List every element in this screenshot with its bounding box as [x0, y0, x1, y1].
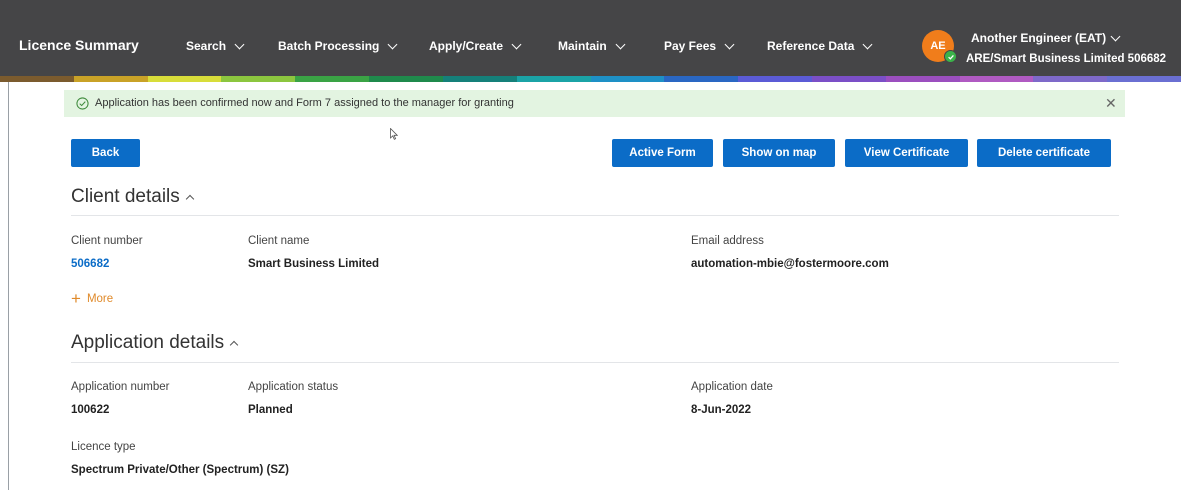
divider — [71, 362, 1119, 363]
color-strip-segment — [73, 76, 148, 82]
chevron-down-icon — [615, 39, 626, 49]
chevron-up-icon — [185, 194, 195, 204]
color-strip-segment — [369, 76, 443, 82]
nav-pay-fees-menu[interactable]: Pay Fees — [664, 39, 735, 53]
top-navigation-bar: Licence Summary Search Batch Processing … — [0, 0, 1181, 76]
user-menu[interactable]: Another Engineer (EAT) — [971, 31, 1121, 45]
color-strip-segment — [147, 76, 222, 82]
color-strip-segment — [738, 76, 812, 82]
brand-color-strip — [0, 76, 1181, 82]
color-strip-segment — [664, 76, 739, 82]
email-address-label: Email address — [691, 235, 764, 247]
chevron-down-icon — [724, 39, 735, 49]
chevron-down-icon — [234, 39, 245, 49]
user-organisation: ARE/Smart Business Limited 506682 — [966, 53, 1167, 65]
color-strip-segment — [442, 76, 517, 82]
client-details-heading: Client details — [71, 186, 180, 207]
view-certificate-button[interactable]: View Certificate — [845, 139, 968, 167]
color-strip-segment — [590, 76, 665, 82]
nav-reference-data-menu[interactable]: Reference Data — [767, 39, 873, 53]
divider — [71, 215, 1119, 216]
nav-search-menu[interactable]: Search — [186, 39, 245, 53]
application-status-value: Planned — [248, 404, 293, 416]
color-strip-segment — [1033, 76, 1108, 82]
check-circle-icon — [76, 97, 89, 110]
client-number-link[interactable]: 506682 — [71, 258, 109, 270]
application-number-value: 100622 — [71, 404, 110, 416]
licence-type-label: Licence type — [71, 441, 136, 453]
show-on-map-button[interactable]: Show on map — [723, 139, 835, 167]
more-link[interactable]: + More — [71, 289, 114, 308]
nav-apply-create-label: Apply/Create — [429, 39, 504, 53]
chevron-up-icon — [229, 340, 239, 350]
nav-apply-create-menu[interactable]: Apply/Create — [429, 39, 522, 53]
color-strip-segment — [221, 76, 296, 82]
application-date-label: Application date — [691, 381, 773, 393]
application-date-value: 8-Jun-2022 — [691, 404, 752, 416]
color-strip-segment — [0, 76, 74, 82]
client-details-toggle[interactable]: Client details — [71, 186, 195, 208]
active-form-button[interactable]: Active Form — [612, 139, 713, 167]
nav-search-label: Search — [186, 39, 227, 53]
nav-batch-processing-menu[interactable]: Batch Processing — [278, 39, 398, 53]
left-border — [8, 82, 9, 490]
success-alert: Application has been confirmed now and F… — [64, 90, 1125, 117]
alert-message: Application has been confirmed now and F… — [95, 97, 514, 109]
color-strip-segment — [885, 76, 960, 82]
plus-icon: + — [71, 289, 81, 308]
nav-pay-fees-label: Pay Fees — [664, 39, 717, 53]
application-status-label: Application status — [248, 381, 339, 393]
delete-certificate-button[interactable]: Delete certificate — [977, 139, 1111, 167]
user-name: Another Engineer (EAT) — [971, 31, 1107, 45]
chevron-down-icon — [511, 39, 522, 49]
app-title[interactable]: Licence Summary — [19, 37, 139, 53]
client-name-value: Smart Business Limited — [248, 258, 380, 270]
close-icon[interactable]: ✕ — [1105, 96, 1117, 110]
online-check-icon — [944, 50, 957, 63]
color-strip-segment — [811, 76, 886, 82]
email-address-value: automation-mbie@fostermoore.com — [691, 258, 889, 270]
nav-maintain-label: Maintain — [558, 39, 607, 53]
client-name-label: Client name — [248, 235, 310, 247]
color-strip-segment — [1107, 76, 1181, 82]
nav-maintain-menu[interactable]: Maintain — [558, 39, 626, 53]
color-strip-segment — [959, 76, 1034, 82]
more-label: More — [86, 293, 114, 305]
nav-reference-data-label: Reference Data — [767, 39, 855, 53]
color-strip-segment — [516, 76, 591, 82]
chevron-down-icon — [1110, 31, 1121, 41]
client-number-label: Client number — [71, 235, 143, 247]
application-details-toggle[interactable]: Application details — [71, 332, 239, 354]
chevron-down-icon — [862, 39, 873, 49]
application-details-heading: Application details — [71, 332, 225, 353]
chevron-down-icon — [387, 39, 398, 49]
color-strip-segment — [295, 76, 370, 82]
back-button[interactable]: Back — [71, 139, 140, 167]
avatar-initials: AE — [930, 40, 946, 52]
nav-batch-processing-label: Batch Processing — [278, 39, 380, 53]
mouse-cursor-icon — [390, 128, 398, 140]
application-number-label: Application number — [71, 381, 170, 393]
licence-type-value: Spectrum Private/Other (Spectrum) (SZ) — [71, 464, 289, 476]
